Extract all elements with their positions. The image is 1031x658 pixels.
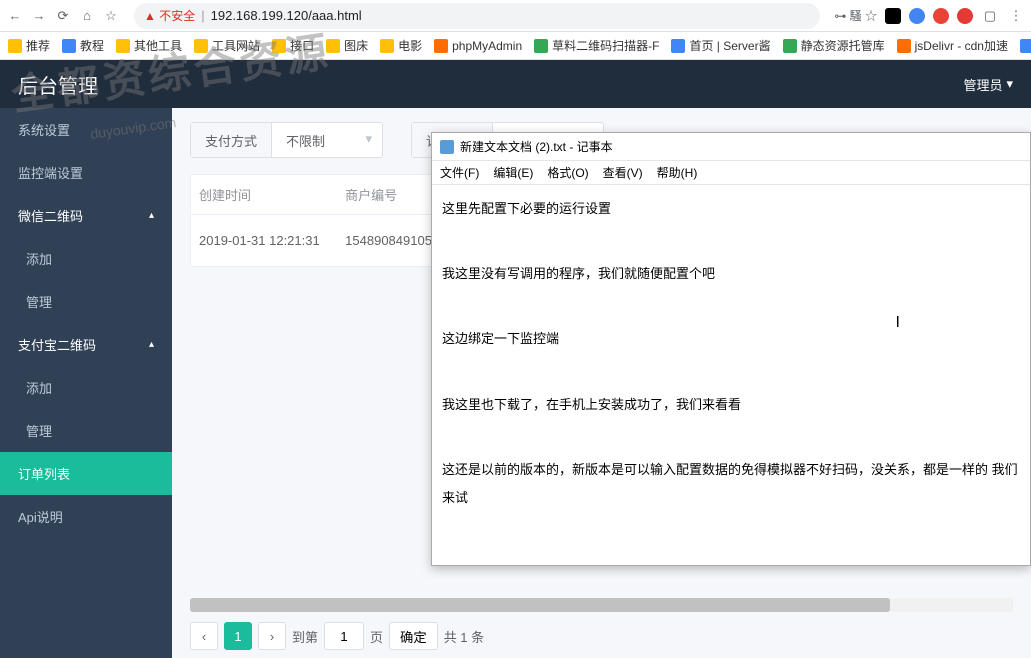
prev-page-button[interactable]: ‹ xyxy=(190,622,218,650)
bookmark[interactable]: 其他工具 xyxy=(116,37,182,54)
bookmark[interactable]: 接口 xyxy=(272,37,314,54)
ext-icon[interactable] xyxy=(909,8,925,24)
sidebar-item-monitor[interactable]: 监控端设置 xyxy=(0,151,172,194)
notepad-titlebar[interactable]: 新建文本文档 (2).txt - 记事本 xyxy=(432,133,1030,161)
user-menu[interactable]: 管理员▾ xyxy=(963,75,1013,94)
notepad-menubar: 文件(F) 编辑(E) 格式(O) 查看(V) 帮助(H) xyxy=(432,161,1030,185)
notepad-line: 我这里也下载了，在手机上安装成功了，我们来看看 xyxy=(442,391,1020,420)
bookmark[interactable]: 草料二维码扫描器-F xyxy=(534,37,659,54)
bookmark[interactable]: 腾讯课堂 xyxy=(1020,37,1031,54)
chevron-down-icon: ▾ xyxy=(1006,76,1013,92)
ext-icon[interactable] xyxy=(885,8,901,24)
sidebar-item-system[interactable]: 系统设置 xyxy=(0,108,172,151)
insecure-warning-icon: ▲ 不安全 xyxy=(144,7,195,24)
horizontal-scrollbar[interactable] xyxy=(190,598,1013,612)
menu-view[interactable]: 查看(V) xyxy=(603,164,643,181)
sidebar-item-manage[interactable]: 管理 xyxy=(0,409,172,452)
bookmark[interactable]: jsDelivr - cdn加速 xyxy=(897,37,1008,54)
bookmark[interactable]: 电影 xyxy=(380,37,422,54)
reload-icon[interactable]: ⟳ xyxy=(54,7,72,25)
menu-file[interactable]: 文件(F) xyxy=(440,164,479,181)
next-page-button[interactable]: › xyxy=(258,622,286,650)
notepad-line: 这还是以前的版本的，新版本是可以输入配置数据的免得模拟器不好扫码，没关系，都是一… xyxy=(442,456,1020,513)
notepad-line xyxy=(442,228,1020,257)
sidebar: 系统设置 监控端设置 微信二维码▴ 添加 管理 支付宝二维码▴ 添加 管理 订单… xyxy=(0,108,172,658)
back-icon[interactable]: ← xyxy=(6,7,24,25)
star-icon[interactable]: ☆ xyxy=(102,7,120,25)
url-text: 192.168.199.120/aaa.html xyxy=(211,8,362,23)
text-cursor-icon: I xyxy=(896,305,900,340)
bookmarks-bar: 推荐 教程 其他工具 工具网站 接口 图床 电影 phpMyAdmin 草料二维… xyxy=(0,32,1031,60)
forward-icon[interactable]: → xyxy=(30,7,48,25)
sidebar-item-orders[interactable]: 订单列表 xyxy=(0,452,172,495)
ext-icon[interactable] xyxy=(957,8,973,24)
notepad-window: 新建文本文档 (2).txt - 记事本 文件(F) 编辑(E) 格式(O) 查… xyxy=(431,132,1031,566)
menu-icon[interactable]: ⋮ xyxy=(1007,7,1025,25)
notepad-line: 这里先配置下必要的运行设置 xyxy=(442,195,1020,224)
notepad-line xyxy=(442,517,1020,546)
extension-icons: ⊶ 騷 ☆ ▢ ⋮ xyxy=(834,7,1025,25)
menu-format[interactable]: 格式(O) xyxy=(547,164,588,181)
admin-header: 后台管理 管理员▾ xyxy=(0,60,1031,108)
notepad-line xyxy=(442,358,1020,387)
notepad-line xyxy=(442,293,1020,322)
notepad-icon xyxy=(440,140,454,154)
pagination: ‹ 1 › 到第 页 确定 共 1 条 xyxy=(190,622,1013,650)
sidebar-group-wechat-qr[interactable]: 微信二维码▴ xyxy=(0,194,172,237)
bookmark[interactable]: 教程 xyxy=(62,37,104,54)
bookmark[interactable]: phpMyAdmin xyxy=(434,39,522,53)
sidebar-item-api[interactable]: Api说明 xyxy=(0,495,172,538)
bookmark[interactable]: 工具网站 xyxy=(194,37,260,54)
notepad-line xyxy=(442,550,1020,565)
bookmark[interactable]: 推荐 xyxy=(8,37,50,54)
sidebar-item-add[interactable]: 添加 xyxy=(0,366,172,409)
sidebar-item-manage[interactable]: 管理 xyxy=(0,280,172,323)
tab-icon[interactable]: ▢ xyxy=(981,7,999,25)
notepad-line xyxy=(442,423,1020,452)
page-input[interactable] xyxy=(324,622,364,650)
menu-edit[interactable]: 编辑(E) xyxy=(493,164,533,181)
page-title: 后台管理 xyxy=(18,70,98,99)
page-confirm-button[interactable]: 确定 xyxy=(389,622,438,650)
home-icon[interactable]: ⌂ xyxy=(78,7,96,25)
ext-icon[interactable] xyxy=(933,8,949,24)
sidebar-item-add[interactable]: 添加 xyxy=(0,237,172,280)
browser-nav-bar: ← → ⟳ ⌂ ☆ ▲ 不安全 | 192.168.199.120/aaa.ht… xyxy=(0,0,1031,32)
notepad-textarea[interactable]: I 这里先配置下必要的运行设置 我这里没有写调用的程序，我们就随便配置个吧 这边… xyxy=(432,185,1030,565)
bookmark[interactable]: 首页 | Server酱 xyxy=(671,37,770,54)
bookmark[interactable]: 静态资源托管库 xyxy=(783,37,885,54)
sidebar-group-alipay-qr[interactable]: 支付宝二维码▴ xyxy=(0,323,172,366)
chevron-up-icon: ▴ xyxy=(149,339,154,350)
page-number[interactable]: 1 xyxy=(224,622,252,650)
pay-method-filter[interactable]: 支付方式 不限制 xyxy=(190,122,383,158)
notepad-line: 这边绑定一下监控端 xyxy=(442,325,1020,354)
chevron-up-icon: ▴ xyxy=(149,210,154,221)
menu-help[interactable]: 帮助(H) xyxy=(657,164,698,181)
notepad-line: 我这里没有写调用的程序，我们就随便配置个吧 xyxy=(442,260,1020,289)
th-created: 创建时间 xyxy=(191,175,338,215)
address-bar[interactable]: ▲ 不安全 | 192.168.199.120/aaa.html xyxy=(134,3,820,29)
bookmark[interactable]: 图床 xyxy=(326,37,368,54)
